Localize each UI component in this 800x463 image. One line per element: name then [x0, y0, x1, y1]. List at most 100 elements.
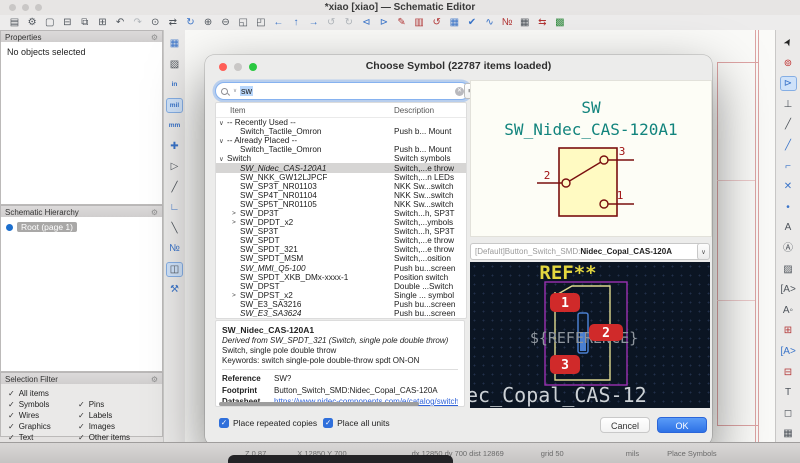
hv-wires-icon[interactable]: ∟: [167, 201, 182, 214]
symbol-tree-row[interactable]: SW_SP5T_NR01105 NKK Sw...switch: [216, 200, 466, 209]
highlight-net-tool[interactable]: ⊚: [781, 57, 796, 70]
symbol-tree-row[interactable]: > SW_DPST_x2 Single ... symbol: [216, 291, 466, 300]
free-angle-wires-icon[interactable]: ╱: [167, 181, 182, 194]
mirror-v-icon[interactable]: ⊲: [360, 16, 373, 29]
gear-icon[interactable]: ⚙: [151, 33, 158, 42]
hidden-pins-icon[interactable]: ▷: [167, 160, 182, 173]
tree-chevron-icon[interactable]: >: [232, 292, 240, 299]
dialog-close-button[interactable]: [219, 63, 227, 71]
rotate-ccw-icon[interactable]: ↺: [325, 16, 338, 29]
symbol-tree-row[interactable]: SW_E3_SA3624 Push bu...screen: [216, 309, 466, 318]
cursor-shape-icon[interactable]: ✚: [167, 140, 182, 153]
gear-icon[interactable]: ⚙: [151, 375, 158, 384]
footprint-select[interactable]: [Default] Button_Switch_SMD: Nidec_Copal…: [470, 243, 704, 260]
erc-icon[interactable]: ✔: [465, 16, 478, 29]
add-symbol-tool[interactable]: ⊳: [779, 76, 797, 92]
symbol-tree-row[interactable]: SW_SP3T_NR01103 NKK Sw...switch: [216, 182, 466, 191]
ok-button[interactable]: OK: [657, 417, 707, 433]
selection-filter-item[interactable]: ✓ Wires: [8, 411, 78, 420]
simulator-icon[interactable]: ∿: [483, 16, 496, 29]
update-symbols-icon[interactable]: ↺: [430, 16, 443, 29]
dialog-checkbox[interactable]: ✓ Place repeated copies: [219, 418, 317, 428]
sheet-pin-tool[interactable]: [A>: [781, 345, 796, 358]
import-sheet-pin-tool[interactable]: ⊟: [781, 366, 796, 379]
selection-filter-item[interactable]: ✓ Pins: [78, 400, 155, 409]
45deg-wires-icon[interactable]: ╲: [167, 222, 182, 235]
symbol-tree-row[interactable]: SW_MMI_Q5-100 Push bu...screen: [216, 264, 466, 273]
column-header-description[interactable]: Description: [394, 106, 434, 115]
macos-dock-edge[interactable]: [228, 455, 453, 463]
rule-area-tool[interactable]: ▨: [781, 263, 796, 276]
tree-chevron-icon[interactable]: ∨: [219, 155, 227, 163]
symbol-tree-row[interactable]: SW_NKK_GW12LJPCF Switch,...n LEDs: [216, 173, 466, 182]
selection-filter-item[interactable]: ✓ Symbols: [8, 400, 78, 409]
nav-up-icon[interactable]: ↑: [290, 16, 303, 29]
dialog-checkbox[interactable]: ✓ Place all units: [323, 418, 390, 428]
find-icon[interactable]: ⊙: [149, 16, 162, 29]
symbol-tree-row[interactable]: SW_SPDT_321 Switch,...e throw: [216, 245, 466, 254]
symbol-tree-row[interactable]: > SW_DPDT_x2 Switch,...ymbols: [216, 218, 466, 227]
save-icon[interactable]: ▤: [8, 16, 21, 29]
hierarchy-root-item[interactable]: Root (page 1): [6, 222, 157, 232]
tree-chevron-icon[interactable]: >: [232, 210, 240, 217]
symbol-fields-table-icon[interactable]: ▦: [448, 16, 461, 29]
tree-chevron-icon[interactable]: >: [232, 219, 240, 226]
text-tool[interactable]: T: [781, 386, 796, 399]
symbol-tree-row[interactable]: ∨ Switch Switch symbols: [216, 154, 466, 163]
symbol-tree-row[interactable]: SW_SP4T_NR01104 NKK Sw...switch: [216, 191, 466, 200]
symbol-tree-row[interactable]: Switch_Tactile_Omron Push b... Mount: [216, 127, 466, 136]
find-replace-icon[interactable]: ⇄: [166, 16, 179, 29]
pcb-editor-icon[interactable]: ▩: [553, 16, 566, 29]
symbol-tree-row[interactable]: SW_SPDT Switch,...e throw: [216, 236, 466, 245]
symbol-search-input[interactable]: ∨ sw ✕: [215, 82, 470, 100]
add-power-tool[interactable]: ⊥: [781, 98, 796, 111]
selection-filter-item[interactable]: ✓ Text: [8, 433, 78, 442]
net-label-tool[interactable]: A: [781, 221, 796, 234]
no-connect-tool[interactable]: ✕: [781, 180, 796, 193]
units-inches-button[interactable]: in: [167, 78, 182, 91]
footprint-assign-icon[interactable]: ⇆: [536, 16, 549, 29]
junction-tool[interactable]: •: [781, 201, 796, 214]
net-table-icon[interactable]: ▦: [518, 16, 531, 29]
symbol-tree-row[interactable]: > SW_DP3T Switch...h, SP3T: [216, 209, 466, 218]
symbol-tree-row[interactable]: SW_SP3T Switch...h, SP3T: [216, 227, 466, 236]
grid-overrides-icon[interactable]: ▨: [167, 58, 182, 71]
column-header-item[interactable]: Item: [230, 106, 246, 115]
add-wire-tool[interactable]: ╱: [781, 118, 796, 131]
selection-filter-item[interactable]: ✓ Labels: [78, 411, 155, 420]
search-options-chevron-icon[interactable]: ∨: [233, 88, 237, 94]
grid-visibility-icon[interactable]: ▦: [167, 37, 182, 50]
selection-filter-item[interactable]: ✓ All items: [8, 389, 155, 398]
annotate-auto-icon[interactable]: №: [167, 242, 182, 255]
page-settings-icon[interactable]: ▢: [43, 16, 56, 29]
selection-filter-item[interactable]: ✓ Images: [78, 422, 155, 431]
print-icon[interactable]: ⊟: [61, 16, 74, 29]
symbol-tree-row[interactable]: ∨ -- Recently Used --: [216, 118, 466, 127]
paste-icon[interactable]: ⊞: [96, 16, 109, 29]
dialog-zoom-button[interactable]: [249, 63, 257, 71]
symbol-tree-row[interactable]: SW_Nidec_CAS-120A1 Switch,...e throw: [216, 163, 466, 173]
nav-forward-icon[interactable]: →: [307, 16, 320, 29]
selection-filter-item[interactable]: ✓ Other items: [78, 433, 155, 442]
annotate-icon[interactable]: №: [501, 16, 514, 29]
units-mm-button[interactable]: mm: [167, 119, 182, 132]
symbol-tree-row[interactable]: ∨ -- Already Placed --: [216, 136, 466, 145]
tree-chevron-icon[interactable]: ∨: [219, 119, 227, 127]
add-bus-tool[interactable]: ╱: [781, 139, 796, 152]
mirror-h-icon[interactable]: ⊳: [377, 16, 390, 29]
selection-filter-item[interactable]: ✓ Graphics: [8, 422, 78, 431]
table-tool[interactable]: ▦: [781, 427, 796, 440]
details-horizontal-scrollbar[interactable]: [219, 402, 419, 406]
zoom-fit-icon[interactable]: ◱: [237, 16, 250, 29]
properties-panel-toggle[interactable]: ◫: [166, 261, 183, 277]
symbol-tree-row[interactable]: SW_SPDT_XKB_DMx-xxxx-1 Position switch: [216, 273, 466, 282]
tree-chevron-icon[interactable]: ∨: [219, 137, 227, 145]
redo-icon[interactable]: ↷: [131, 16, 144, 29]
edit-symbol-icon[interactable]: ✎: [395, 16, 408, 29]
netclass-directive-tool[interactable]: A◦: [781, 304, 796, 317]
clear-search-icon[interactable]: ✕: [455, 86, 464, 96]
symbol-tree-row[interactable]: Switch_Tactile_Omron Push b... Mount: [216, 145, 466, 154]
net-tools-icon[interactable]: ⚒: [167, 283, 182, 296]
add-sheet-tool[interactable]: ⊞: [781, 324, 796, 337]
units-mils-button[interactable]: mil: [166, 97, 183, 113]
